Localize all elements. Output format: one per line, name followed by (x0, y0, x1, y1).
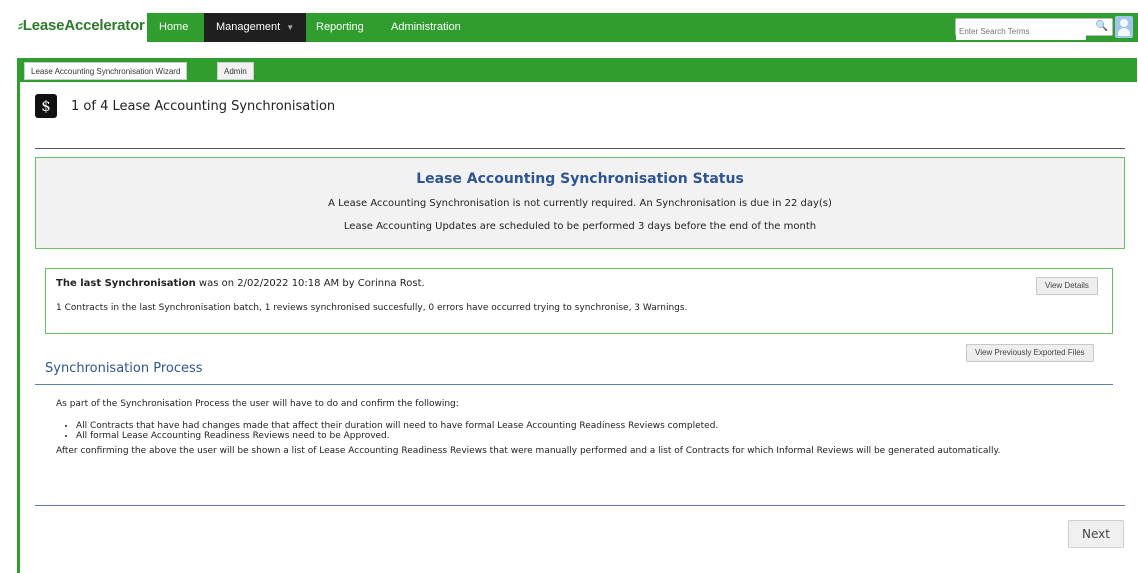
status-line-2: Lease Accounting Updates are scheduled t… (343, 221, 817, 232)
tab-sync-wizard[interactable]: Lease Accounting Synchronisation Wizard (24, 62, 188, 80)
footer-divider (35, 505, 1125, 506)
app-logo[interactable]: ⸗LeaseAccelerator (18, 17, 145, 34)
list-item: All Contracts that have had changes made… (76, 421, 718, 431)
list-item: All formal Lease Accounting Readiness Re… (76, 431, 718, 441)
status-line-1: A Lease Accounting Synchronisation is no… (328, 198, 832, 209)
search-input[interactable] (956, 23, 1086, 40)
nav-administration[interactable]: Administration (379, 13, 473, 42)
last-sync-label: The last Synchronisation (56, 278, 196, 289)
logo-text: LeaseAccelerator (22, 17, 145, 34)
divider (35, 148, 1125, 149)
process-list: All Contracts that have had changes made… (76, 421, 718, 441)
user-avatar-icon[interactable] (1115, 16, 1133, 38)
step-title: 1 of 4 Lease Accounting Synchronisation (71, 99, 336, 114)
last-sync-date: was on 2/02/2022 10:18 AM by Corinna Ros… (195, 278, 425, 289)
search-box: 🔍 (955, 18, 1113, 40)
section-title: Synchronisation Process (45, 361, 203, 376)
section-divider (35, 384, 1113, 385)
status-title: Lease Accounting Synchronisation Status (416, 171, 744, 187)
nav-reporting[interactable]: Reporting (304, 13, 376, 42)
nav-home[interactable]: Home (147, 13, 200, 42)
tab-strip: Lease Accounting Synchronisation Wizard … (20, 58, 1137, 82)
last-sync-panel: The last Synchronisation was on 2/02/202… (45, 268, 1113, 334)
last-sync-details: 1 Contracts in the last Synchronisation … (56, 303, 688, 313)
search-icon[interactable]: 🔍 (1096, 21, 1108, 32)
process-intro: As part of the Synchronisation Process t… (56, 399, 459, 409)
view-exported-files-button[interactable]: View Previously Exported Files (966, 344, 1094, 362)
next-button[interactable]: Next (1068, 520, 1124, 548)
tab-admin[interactable]: Admin (217, 62, 254, 80)
view-details-button[interactable]: View Details (1036, 277, 1098, 295)
status-panel: Lease Accounting Synchronisation Status … (35, 157, 1125, 249)
process-outro: After confirming the above the user will… (56, 446, 1001, 456)
top-bar: ⸗LeaseAccelerator Home Management ▼ Repor… (0, 0, 1138, 50)
chevron-down-icon: ▼ (286, 23, 295, 32)
dollar-icon: $ (35, 94, 57, 118)
nav-management-label: Management (216, 21, 281, 33)
nav-management[interactable]: Management ▼ (204, 13, 307, 42)
last-sync-summary: The last Synchronisation was on 2/02/202… (56, 278, 425, 289)
